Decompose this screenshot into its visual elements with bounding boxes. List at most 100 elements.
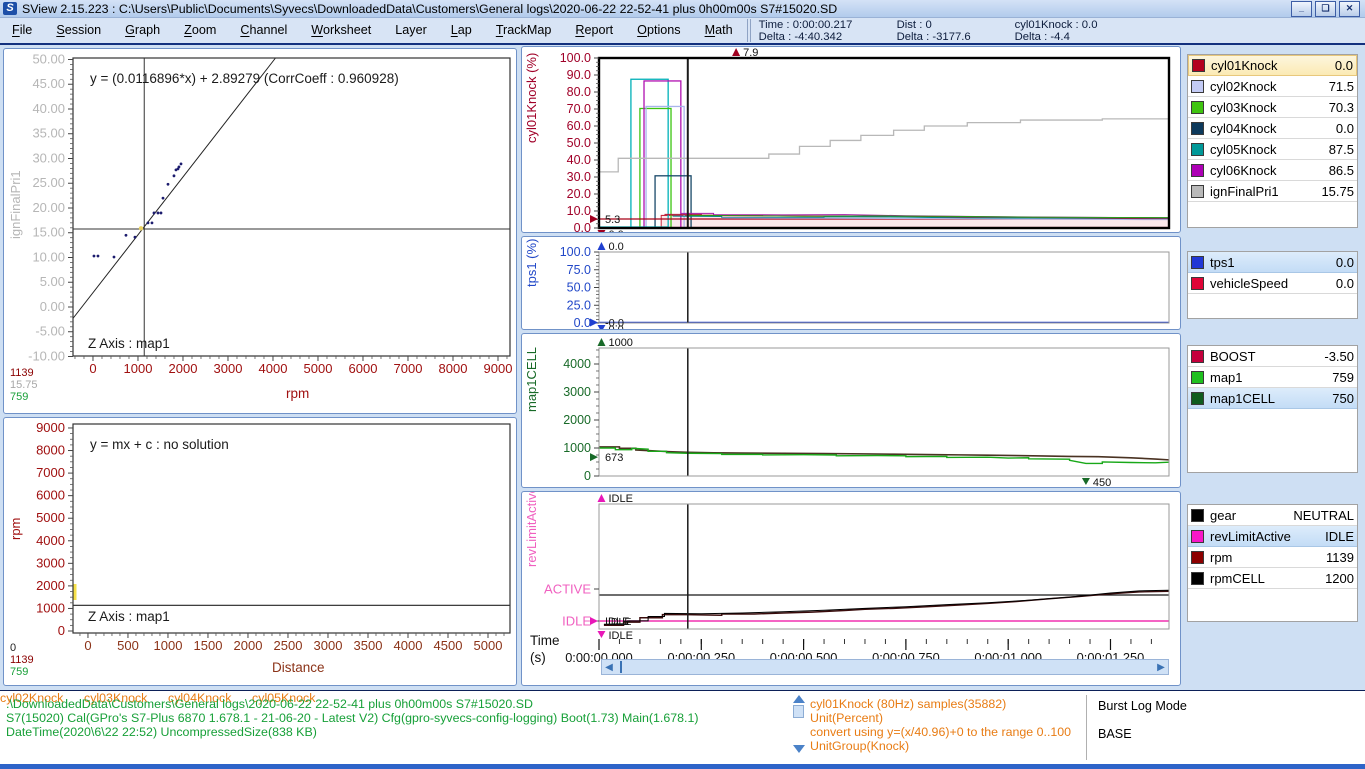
channel-color-swatch [1192, 59, 1205, 72]
base-label: BASE [1098, 727, 1132, 741]
scatter-point [153, 212, 156, 215]
channel-list-map: BOOST-3.50map1759map1CELL750 [1187, 345, 1358, 473]
menu-zoom[interactable]: Zoom [172, 18, 228, 43]
y-tick-label: 20.0 [567, 187, 591, 201]
chart-panel-map1cell[interactable]: 010002000300040001000673450map1CELL [521, 333, 1181, 488]
footer: .\DownloadedData\Customers\General logs\… [0, 690, 1365, 764]
y-tick-label: 0 [584, 469, 591, 483]
scatter-point [147, 221, 150, 224]
scatter-point [151, 221, 154, 224]
channel-name: cyl03Knock [1210, 100, 1329, 115]
channel-row-map1CELL[interactable]: map1CELL750 [1188, 388, 1357, 409]
menu-trackmap[interactable]: TrackMap [484, 18, 564, 43]
scatter-point [178, 166, 181, 169]
minimize-button[interactable]: _ [1291, 1, 1312, 17]
chart-annotation: Distance [272, 660, 325, 675]
channel-row-ignFinalPri1[interactable]: ignFinalPri115.75 [1188, 181, 1357, 202]
y-tick-label: 3000 [563, 385, 591, 399]
channel-color-swatch [1191, 256, 1204, 269]
x-tick-label: 4000 [259, 361, 288, 376]
chart-panel-rpm-vs-distance[interactable]: 0100020003000400050006000700080009000050… [3, 417, 517, 686]
channel-name: tps1 [1210, 255, 1336, 270]
channel-name: cyl05Knock [1210, 142, 1329, 157]
menu-report[interactable]: Report [563, 18, 625, 43]
y-tick-label: 8000 [36, 443, 65, 458]
channel-color-swatch [1191, 122, 1204, 135]
chart-panel-cyl-knock[interactable]: 0.010.020.030.040.050.060.070.080.090.01… [521, 46, 1181, 233]
status-channel-delta: Delta : -4.4 [1015, 31, 1098, 44]
chart-panel-tps1[interactable]: 0.025.050.075.0100.00.0-0.00.0tps1 (%) [521, 236, 1181, 330]
channel-name: gear [1210, 508, 1293, 523]
x-tick-label: 9000 [484, 361, 513, 376]
y-tick-label: 30.00 [32, 150, 65, 165]
plot-border [599, 252, 1169, 323]
menu-worksheet[interactable]: Worksheet [299, 18, 383, 43]
x-tick-label: 4500 [434, 638, 463, 653]
chart-panel-revlimit-time[interactable]: ACTIVEIDLEIDLEIDLEIDLE0:00:00.0000:00:00… [521, 491, 1181, 686]
info-scrollbar-thumb[interactable] [793, 705, 804, 718]
channel-value: 759 [1332, 370, 1354, 385]
channel-row-tps1[interactable]: tps10.0 [1188, 252, 1357, 273]
menu-session[interactable]: Session [44, 18, 113, 43]
channel-row-cyl03Knock[interactable]: cyl03Knock70.3 [1188, 97, 1357, 118]
x-tick-label: 5000 [474, 638, 503, 653]
y-tick-label: 0.00 [40, 299, 65, 314]
menu-options[interactable]: Options [625, 18, 692, 43]
menu-lap[interactable]: Lap [439, 18, 484, 43]
knock-pulse [631, 79, 668, 228]
channel-row-cyl01Knock[interactable]: cyl01Knock0.0 [1188, 55, 1357, 76]
max-marker-icon [597, 494, 605, 502]
knock-pulse [646, 106, 684, 228]
channel-row-cyl06Knock[interactable]: cyl06Knock86.5 [1188, 160, 1357, 181]
channel-value: 71.5 [1329, 79, 1354, 94]
channel-row-cyl05Knock[interactable]: cyl05Knock87.5 [1188, 139, 1357, 160]
scroll-right-icon[interactable]: ▶ [1155, 661, 1167, 673]
menu-graph[interactable]: Graph [113, 18, 172, 43]
y-tick-label: 90.0 [567, 68, 591, 82]
chart-annotation: 1139 [10, 654, 34, 666]
y-tick-label: 6000 [36, 488, 65, 503]
channel-color-swatch [1191, 143, 1204, 156]
y-tick-label: 20.00 [32, 200, 65, 215]
menu-layer[interactable]: Layer [383, 18, 439, 43]
channel-row-gear[interactable]: gearNEUTRAL [1188, 505, 1357, 526]
plot-border [599, 504, 1169, 629]
scroll-down-icon[interactable] [793, 745, 805, 753]
channel-row-cyl02Knock[interactable]: cyl02Knock71.5 [1188, 76, 1357, 97]
channel-value: 0.0 [1336, 276, 1354, 291]
scroll-up-icon[interactable] [793, 695, 805, 703]
channel-row-rpm[interactable]: rpm1139 [1188, 547, 1357, 568]
channel-row-rpmCELL[interactable]: rpmCELL1200 [1188, 568, 1357, 589]
menu-items: FileSessionGraphZoomChannelWorksheetLaye… [0, 18, 745, 43]
x-tick-label: 8000 [439, 361, 468, 376]
value-marker-label: 673 [605, 452, 623, 464]
close-button[interactable]: ✕ [1339, 1, 1360, 17]
y-tick-label: 75.0 [567, 263, 591, 277]
channel-value: 1200 [1325, 571, 1354, 586]
channel-value: 87.5 [1329, 142, 1354, 157]
log-mode-label: Burst Log Mode [1098, 699, 1187, 713]
time-scrollbar[interactable]: ◀ ▶ [601, 659, 1169, 675]
y-tick-label: 9000 [36, 420, 65, 435]
info-scrollbar[interactable] [793, 695, 805, 718]
channel-row-map1[interactable]: map1759 [1188, 367, 1357, 388]
y-tick-label: 1000 [563, 441, 591, 455]
channel-value: 0.0 [1336, 255, 1354, 270]
restore-button[interactable]: ❏ [1315, 1, 1336, 17]
channel-value: NEUTRAL [1293, 508, 1354, 523]
chart-annotation: ignFinalPri1 [8, 170, 23, 239]
chart-annotation: revLimitActive [524, 492, 539, 567]
scatter-point [93, 255, 96, 258]
scroll-left-icon[interactable]: ◀ [603, 661, 615, 673]
channel-row-cyl04Knock[interactable]: cyl04Knock0.0 [1188, 118, 1357, 139]
channel-row-BOOST[interactable]: BOOST-3.50 [1188, 346, 1357, 367]
menu-file[interactable]: File [0, 18, 44, 43]
y-tick-label: 0 [58, 623, 65, 638]
scrollbar-thumb[interactable] [620, 661, 622, 673]
chart-panel-ign-vs-rpm[interactable]: -10.00-5.000.005.0010.0015.0020.0025.003… [3, 48, 517, 414]
channel-row-vehicleSpeed[interactable]: vehicleSpeed0.0 [1188, 273, 1357, 294]
channel-row-revLimitActive[interactable]: revLimitActiveIDLE [1188, 526, 1357, 547]
menu-math[interactable]: Math [693, 18, 745, 43]
menu-channel[interactable]: Channel [228, 18, 299, 43]
channel-name: ignFinalPri1 [1210, 184, 1321, 199]
